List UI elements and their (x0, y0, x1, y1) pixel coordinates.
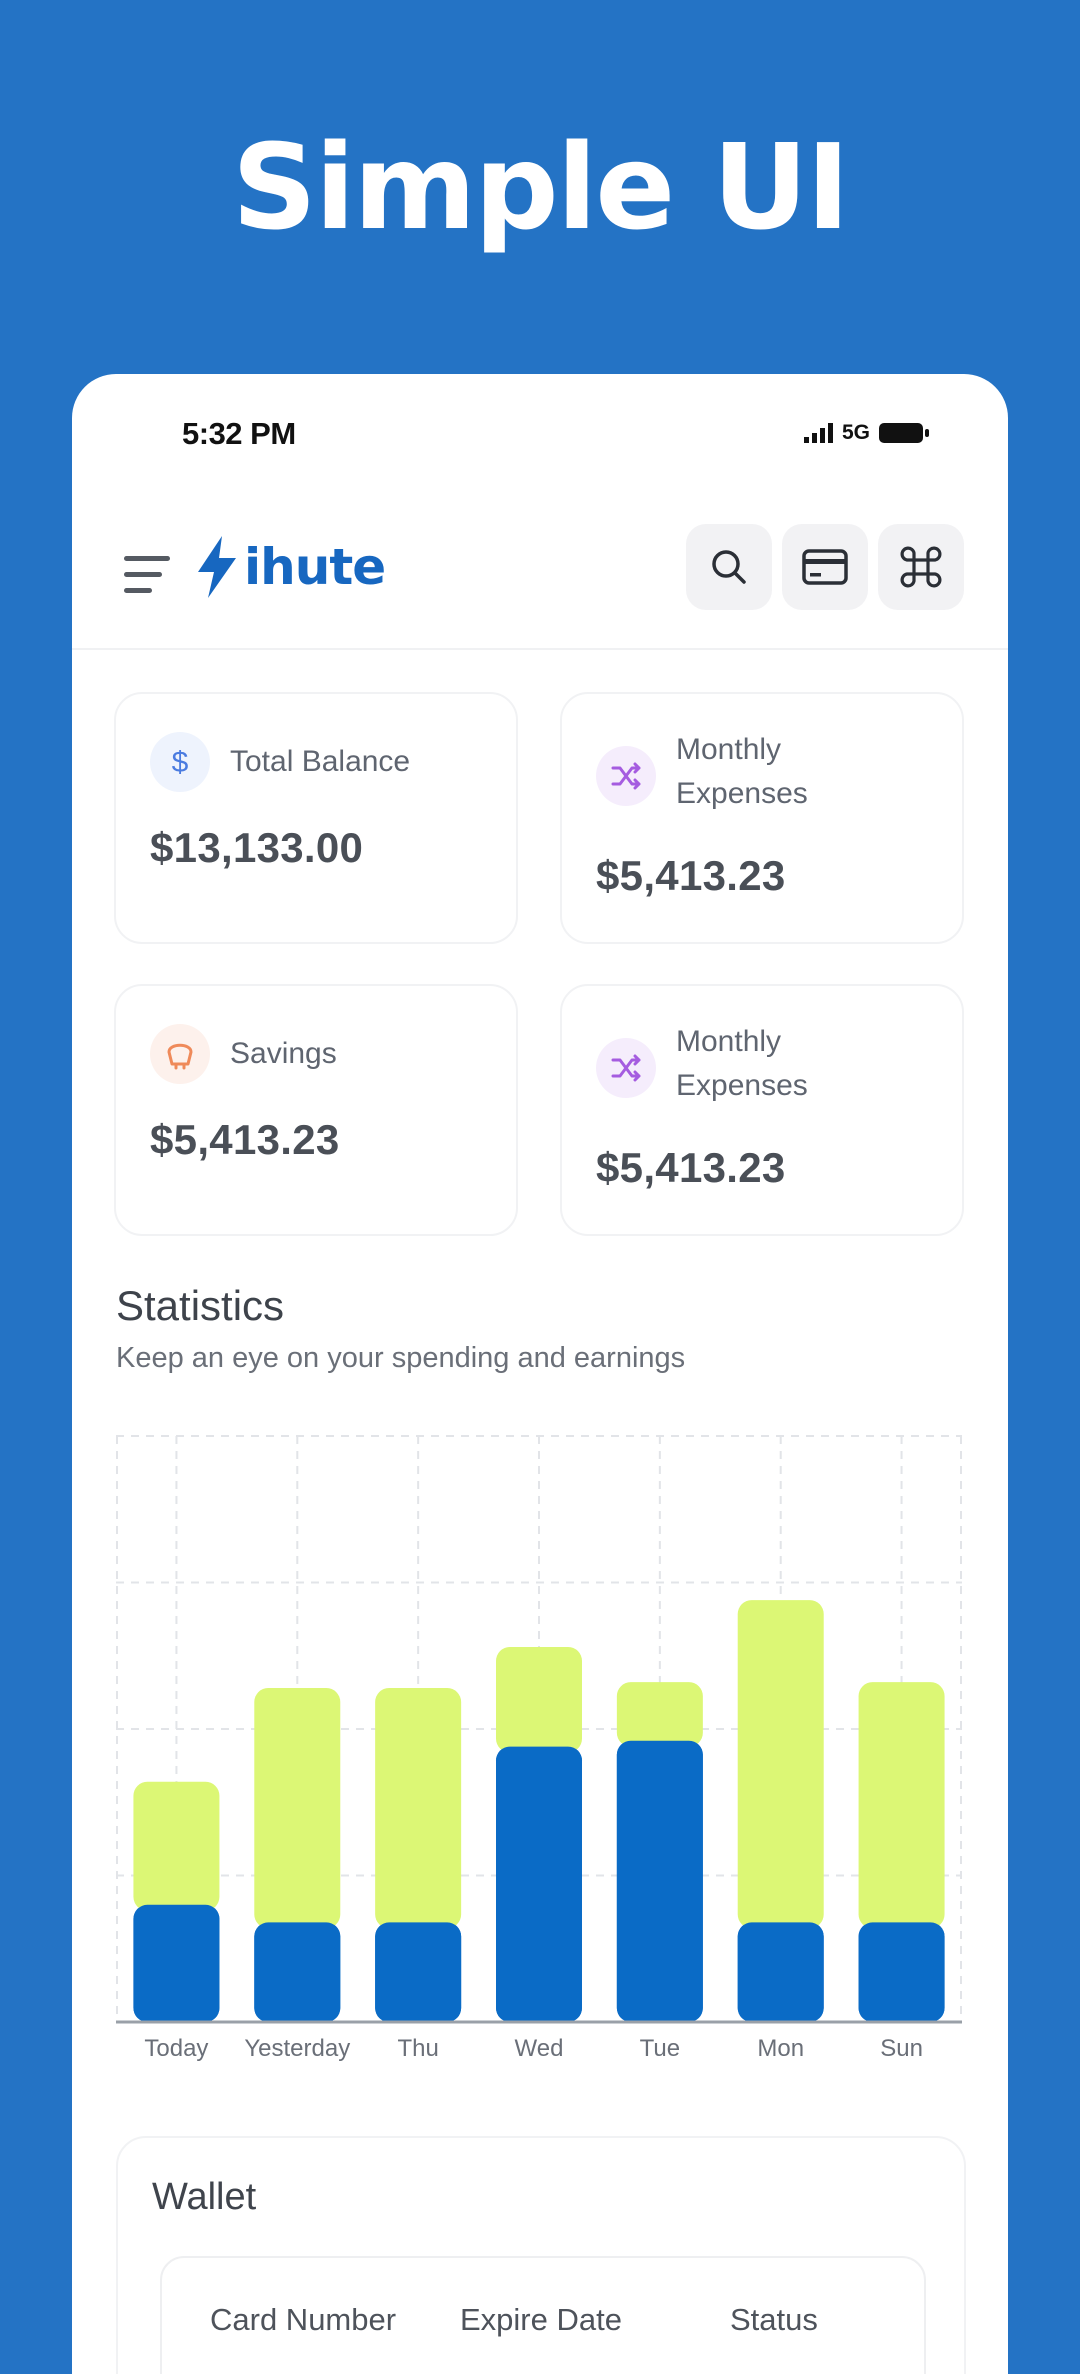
column-header-status[interactable]: Status (730, 2302, 818, 2338)
card-value: $5,413.23 (596, 852, 786, 899)
bolt-icon (198, 536, 236, 598)
shuffle-icon (596, 746, 656, 806)
card-label: Total Balance (230, 745, 411, 778)
chart-x-tick-label: Mon (757, 2035, 804, 2062)
svg-text:$: $ (172, 746, 189, 779)
chart-bar-lower-front (496, 1746, 582, 2022)
chart-bar-lower-front (254, 1922, 341, 2022)
total-balance-card[interactable]: $ Total Balance $13,133.00 (114, 692, 518, 944)
chart-bar-upper (858, 1682, 945, 1929)
chart-x-tick-label: Sun (880, 2035, 923, 2062)
credit-card-icon (802, 549, 848, 585)
menu-icon[interactable] (124, 552, 174, 598)
dollar-icon: $ (150, 732, 210, 792)
chart-bar-lower-front (858, 1922, 945, 2022)
signal-icon (803, 423, 833, 443)
card-label: Monthly Expenses (676, 1025, 808, 1102)
statistics-chart: Today Yesterday Thu Wed Tue Mon Sun (116, 1424, 966, 2074)
shuffle-icon (596, 1038, 656, 1098)
statistics-subtitle: Keep an eye on your spending and earning… (116, 1342, 686, 1374)
card-value: $13,133.00 (150, 824, 364, 871)
wallet-card: Wallet Card Number Expire Date Status (116, 2136, 966, 2374)
app-header: ihute (72, 524, 1008, 628)
savings-icon (150, 1024, 210, 1084)
card-icon-wrap (596, 746, 656, 806)
chart-bar-lower-front (375, 1922, 462, 2022)
chart-bar-upper (737, 1600, 824, 1929)
monthly-expenses-card[interactable]: Monthly Expenses $5,413.23 (560, 984, 964, 1236)
card-icon-wrap (150, 1024, 210, 1084)
chart-bar-lower-front (616, 1740, 703, 2022)
card-icon-wrap: $ (150, 732, 210, 792)
search-icon (712, 550, 746, 584)
status-bar: 5:32 PM 5G (72, 374, 1008, 484)
cards-button[interactable] (782, 524, 868, 610)
chart-bar-upper (496, 1646, 582, 1753)
status-time: 5:32 PM (182, 416, 296, 451)
statistics-title: Statistics (116, 1282, 285, 1329)
status-indicators: 5G (803, 418, 930, 448)
chart-svg: Today Yesterday Thu Wed Tue Mon Sun (116, 1435, 962, 2062)
battery-icon (879, 423, 929, 443)
card-value: $5,413.23 (150, 1116, 340, 1163)
card-value: $5,413.23 (596, 1144, 786, 1191)
app-logo[interactable]: ihute (196, 536, 386, 598)
card-icon-wrap (596, 1038, 656, 1098)
monthly-expenses-card[interactable]: Monthly Expenses $5,413.23 (560, 692, 964, 944)
column-header-card-number[interactable]: Card Number (210, 2302, 396, 2338)
logo-text: ihute (244, 538, 386, 596)
chart-bar-upper (133, 1781, 220, 1911)
card-label: Monthly Expenses (676, 733, 808, 810)
chart-bar-lower-front (133, 1904, 220, 2022)
search-button[interactable] (686, 524, 772, 610)
wallet-table: Card Number Expire Date Status (160, 2256, 926, 2374)
chart-bar-upper (375, 1687, 462, 1929)
promo-title: Simple UI (231, 118, 850, 256)
chart-bar-upper (616, 1682, 703, 1747)
chart-x-tick-label: Tue (640, 2035, 680, 2062)
network-label: 5G (841, 421, 870, 444)
shortcuts-button[interactable] (878, 524, 964, 610)
card-label: Savings (230, 1037, 337, 1070)
chart-x-tick-label: Yesterday (244, 2035, 350, 2062)
header-divider (72, 648, 1008, 650)
chart-bar-lower-front (737, 1922, 824, 2022)
command-icon (900, 546, 942, 588)
chart-bar-upper (254, 1687, 341, 1929)
column-header-expire-date[interactable]: Expire Date (460, 2302, 622, 2338)
phone-screen: 5:32 PM 5G ihute $ Total Balance $13,133… (72, 374, 1008, 2374)
wallet-title: Wallet (152, 2176, 257, 2218)
chart-x-tick-label: Thu (397, 2035, 438, 2062)
chart-x-tick-label: Today (144, 2035, 208, 2062)
chart-x-tick-label: Wed (515, 2035, 564, 2062)
savings-card[interactable]: Savings $5,413.23 (114, 984, 518, 1236)
